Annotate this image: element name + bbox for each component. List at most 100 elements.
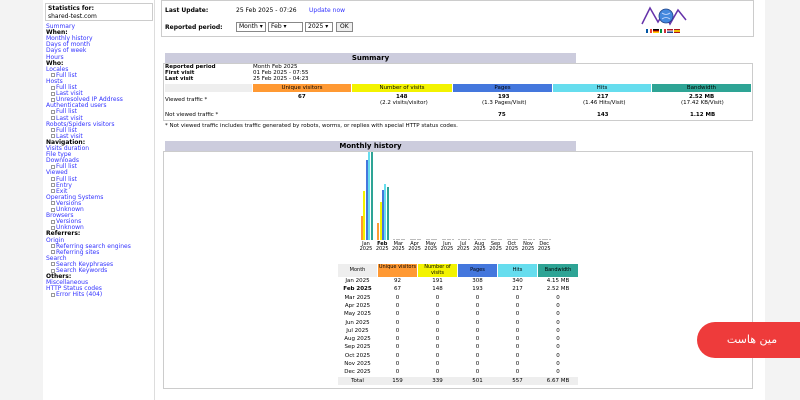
viewed-visits-sub: (2.2 visits/visitor) (380, 100, 428, 106)
axis-year: 2025 (537, 246, 551, 252)
flag-fr-icon[interactable] (646, 29, 652, 33)
flag-es-icon[interactable] (674, 29, 680, 33)
history-cell: Jul 2025 (346, 327, 369, 334)
sub-item-icon (51, 116, 55, 120)
axis-year: 2025 (375, 246, 389, 252)
axis-label-4: May 2025 (423, 242, 439, 252)
history-cell: 92 (394, 278, 401, 284)
history-header-2: Number of visits (418, 264, 457, 277)
history-total-cell: 159 (392, 377, 403, 384)
bar-3-4 (419, 239, 422, 240)
history-cell: 4.15 MB (546, 278, 570, 284)
bar-10-4 (532, 239, 535, 240)
history-cell: 0 (395, 352, 400, 359)
bar-7-4 (484, 239, 486, 240)
year-value: 2025 (308, 23, 324, 30)
history-cell: 0 (475, 302, 480, 309)
summary-footnote: * Not viewed traffic includes traffic ge… (165, 123, 458, 129)
bar-0-4 (370, 152, 373, 240)
axis-label-7: Aug 2025 (471, 242, 487, 252)
update-now-link[interactable]: Update now (309, 7, 345, 14)
history-cell: 0 (475, 344, 480, 351)
axis-year: 2025 (456, 246, 470, 252)
summary-last-visit-value: 25 Feb 2025 - 04:23 (253, 76, 309, 82)
viewed-unique-visitors: 67 (298, 94, 306, 100)
history-cell: 0 (556, 344, 560, 351)
bar-5-4 (451, 239, 454, 240)
history-cell: 0 (395, 319, 400, 326)
history-cell: 0 (475, 369, 480, 376)
history-header-1: Unique visitors (378, 264, 417, 277)
history-cell: Aug 2025 (344, 336, 371, 343)
axis-label-8: Sep 2025 (488, 242, 504, 252)
sub-item-icon (51, 177, 55, 181)
sub-item-icon (51, 292, 55, 297)
summary-last-visit-label: Last visit (165, 76, 194, 82)
history-cell: 217 (512, 286, 523, 293)
ok-button[interactable]: OK (336, 22, 353, 32)
period-type-select[interactable]: Month ▾ (236, 22, 266, 32)
flag-de-icon[interactable] (653, 29, 659, 33)
viewed-traffic-label: Viewed traffic * (165, 97, 208, 103)
history-cell: 308 (472, 278, 483, 284)
flag-it-icon[interactable] (660, 29, 666, 33)
sub-item-icon (51, 97, 55, 102)
watermark-text: مین هاست (726, 333, 778, 346)
history-cell: 0 (475, 336, 480, 343)
period-type-value: Month (239, 23, 258, 30)
history-total-cell: 557 (512, 377, 523, 384)
axis-label-11: Dec 2025 (536, 242, 552, 252)
awstats-logo-icon (641, 6, 687, 26)
site-info: Statistics for: shared-test.com (45, 3, 153, 21)
flag-nl-icon[interactable] (667, 29, 673, 33)
history-cell: 0 (515, 369, 520, 376)
sub-item-icon (51, 109, 55, 114)
bar-11-4 (548, 239, 551, 240)
bar-1-4 (386, 186, 389, 240)
history-header-4: Hits (498, 264, 537, 277)
history-total-cell: 6.67 MB (546, 377, 570, 384)
history-header-5: Bandwidth (538, 264, 578, 277)
history-cell: 0 (556, 311, 560, 318)
history-cell: 0 (395, 344, 400, 351)
axis-label-9: Oct 2025 (504, 242, 520, 252)
axis-year: 2025 (440, 246, 454, 252)
history-cell: 0 (435, 311, 440, 318)
axis-year: 2025 (489, 246, 502, 252)
summary-header-visits: Number of visits (352, 84, 452, 92)
summary-box (163, 63, 753, 121)
history-cell: 0 (395, 369, 400, 376)
history-cell: Dec 2025 (344, 369, 371, 376)
sidebar-item-44[interactable]: Error Hits (404) (51, 292, 102, 298)
axis-label-0: Jan 2025 (358, 242, 374, 252)
sub-item-icon (51, 128, 55, 133)
axis-year: 2025 (505, 246, 519, 252)
last-update-value: 25 Feb 2025 - 07:26 (236, 7, 297, 14)
history-cell: 0 (515, 336, 520, 343)
sub-item-icon (51, 244, 55, 249)
history-cell: 0 (395, 336, 400, 343)
sub-item-icon (51, 183, 55, 188)
viewed-bandwidth-sub: (17.42 KB/Visit) (681, 100, 724, 106)
bar-4-4 (435, 239, 438, 240)
sidebar-item-label: Error Hits (404) (56, 291, 103, 299)
history-cell: 191 (432, 278, 443, 284)
history-cell: 0 (475, 294, 480, 301)
history-cell: 0 (435, 302, 440, 309)
sub-item-icon (51, 250, 55, 255)
history-cell: 0 (475, 319, 480, 326)
viewed-hits-sub: (1.46 Hits/Visit) (583, 100, 626, 106)
history-cell: 0 (475, 361, 480, 367)
month-select[interactable]: Feb ▾ (268, 22, 303, 32)
history-cell: 0 (435, 361, 440, 367)
not-viewed-bandwidth: 1.12 MB (690, 112, 716, 118)
history-cell: Nov 2025 (344, 361, 371, 367)
history-cell: Jan 2025 (345, 278, 370, 284)
sub-item-icon (51, 268, 55, 273)
history-total-cell: Total (351, 377, 364, 384)
year-select[interactable]: 2025 ▾ (305, 22, 333, 32)
history-cell: May 2025 (343, 311, 372, 318)
history-cell: 0 (556, 361, 560, 367)
site-name: shared-test.com (48, 12, 97, 20)
axis-label-2: Mar 2025 (390, 242, 406, 252)
